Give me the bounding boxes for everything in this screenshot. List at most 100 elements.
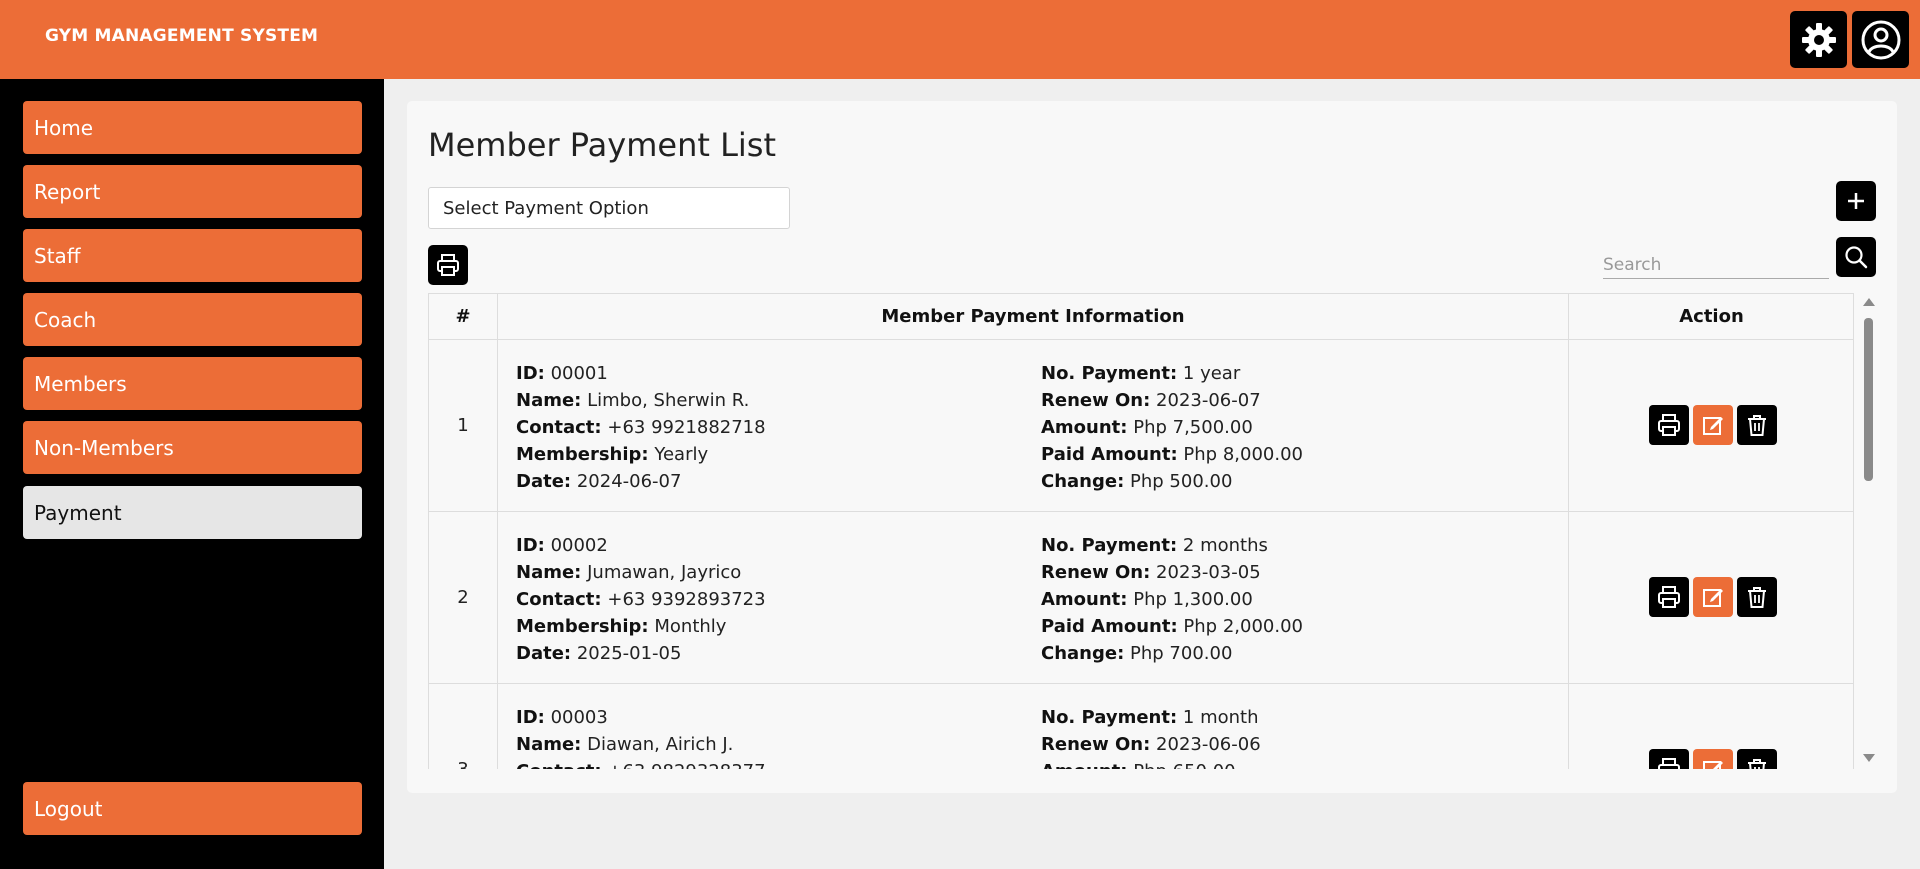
member-id: ID: 00001 bbox=[516, 360, 766, 387]
table-scrollbar[interactable] bbox=[1860, 293, 1876, 769]
member-contact: Contact: +63 9921882718 bbox=[516, 414, 766, 441]
member-membership-label: Membership: bbox=[516, 616, 649, 637]
edit-row-button[interactable] bbox=[1693, 749, 1733, 769]
member-contact-value: +63 9921882718 bbox=[607, 417, 766, 438]
member-details: ID: 00001 Name: Limbo, Sherwin R. Contact:… bbox=[516, 360, 766, 495]
member-membership: Membership: Monthly bbox=[516, 613, 766, 640]
payment-count-label: No. Payment: bbox=[1041, 535, 1178, 556]
payment-amount: Amount: Php 1,300.00 bbox=[1041, 586, 1303, 613]
payment-amount-value: Php 7,500.00 bbox=[1133, 417, 1253, 438]
edit-row-button[interactable] bbox=[1693, 577, 1733, 617]
member-contact-label: Contact: bbox=[516, 761, 602, 769]
row-number: 2 bbox=[429, 512, 498, 683]
scroll-up-arrow[interactable] bbox=[1863, 298, 1875, 306]
search-input[interactable] bbox=[1603, 251, 1829, 279]
sidebar-item-coach[interactable]: Coach bbox=[23, 293, 362, 346]
member-date-label: Date: bbox=[516, 643, 572, 664]
add-button[interactable] bbox=[1836, 181, 1876, 221]
column-header-number: # bbox=[429, 294, 498, 339]
sidebar-item-staff[interactable]: Staff bbox=[23, 229, 362, 282]
printer-icon bbox=[1658, 586, 1680, 608]
print-row-button[interactable] bbox=[1649, 577, 1689, 617]
payment-change-label: Change: bbox=[1041, 471, 1125, 492]
renew-date-label: Renew On: bbox=[1041, 734, 1151, 755]
sidebar-item-non-members[interactable]: Non-Members bbox=[23, 421, 362, 474]
trash-icon bbox=[1748, 415, 1766, 436]
row-number: 1 bbox=[429, 340, 498, 511]
printer-icon bbox=[1658, 758, 1680, 769]
member-id: ID: 00002 bbox=[516, 532, 766, 559]
paid-amount-value: Php 2,000.00 bbox=[1183, 616, 1303, 637]
trash-icon bbox=[1748, 759, 1766, 769]
payment-amount: Amount: Php 7,500.00 bbox=[1041, 414, 1303, 441]
payment-count-value: 1 month bbox=[1182, 707, 1259, 728]
member-date-value: 2024-06-07 bbox=[576, 471, 682, 492]
member-name-label: Name: bbox=[516, 562, 582, 583]
member-name: Name: Limbo, Sherwin R. bbox=[516, 387, 766, 414]
sidebar-item-payment[interactable]: Payment bbox=[23, 486, 362, 539]
sidebar-item-report[interactable]: Report bbox=[23, 165, 362, 218]
payment-amount-label: Amount: bbox=[1041, 589, 1128, 610]
table-row: 3ID: 00003Name: Diawan, Airich J.Contact… bbox=[428, 684, 1854, 769]
member-name-value: Jumawan, Jayrico bbox=[587, 562, 742, 583]
delete-row-button[interactable] bbox=[1737, 577, 1777, 617]
printer-icon bbox=[437, 254, 459, 276]
payment-info-cell: ID: 00003Name: Diawan, Airich J.Contact:… bbox=[498, 684, 1569, 769]
delete-row-button[interactable] bbox=[1737, 749, 1777, 769]
table-row: 2 ID: 00002 Name: Jumawan, Jayrico Contact:… bbox=[428, 512, 1854, 684]
payment-amount-value: Php 650.00 bbox=[1133, 761, 1235, 769]
edit-icon bbox=[1703, 589, 1723, 607]
member-contact: Contact: +63 9829328377 bbox=[516, 758, 766, 769]
row-number: 3 bbox=[429, 684, 498, 769]
sidebar-item-members[interactable]: Members bbox=[23, 357, 362, 410]
search-button[interactable] bbox=[1836, 237, 1876, 277]
scroll-down-arrow[interactable] bbox=[1863, 754, 1875, 762]
renew-date-label: Renew On: bbox=[1041, 390, 1151, 411]
column-header-info: Member Payment Information bbox=[498, 294, 1569, 339]
member-details: ID: 00002 Name: Jumawan, Jayrico Contact: … bbox=[516, 532, 766, 667]
payment-option-select[interactable]: Select Payment Option bbox=[428, 187, 790, 229]
table-row: 1 ID: 00001 Name: Limbo, Sherwin R. Contact… bbox=[428, 340, 1854, 512]
print-all-button[interactable] bbox=[428, 245, 468, 285]
top-bar: GYM MANAGEMENT SYSTEM bbox=[0, 0, 1920, 79]
member-id-label: ID: bbox=[516, 707, 545, 728]
payment-change-value: Php 500.00 bbox=[1130, 471, 1233, 492]
settings-button[interactable] bbox=[1790, 11, 1847, 68]
edit-row-button[interactable] bbox=[1693, 405, 1733, 445]
paid-amount: Paid Amount: Php 8,000.00 bbox=[1041, 441, 1303, 468]
paid-amount: Paid Amount: Php 2,000.00 bbox=[1041, 613, 1303, 640]
member-name-value: Limbo, Sherwin R. bbox=[587, 390, 750, 411]
plus-icon bbox=[1848, 193, 1864, 209]
member-details: ID: 00003Name: Diawan, Airich J.Contact:… bbox=[516, 704, 766, 769]
member-date: Date: 2024-06-07 bbox=[516, 468, 766, 495]
member-name-value: Diawan, Airich J. bbox=[587, 734, 734, 755]
member-date: Date: 2025-01-05 bbox=[516, 640, 766, 667]
payment-change: Change: Php 500.00 bbox=[1041, 468, 1303, 495]
renew-date: Renew On: 2023-03-05 bbox=[1041, 559, 1303, 586]
payment-change-label: Change: bbox=[1041, 643, 1125, 664]
action-cell bbox=[1569, 684, 1854, 769]
member-membership-label: Membership: bbox=[516, 444, 649, 465]
table-header: # Member Payment Information Action bbox=[428, 293, 1854, 340]
member-membership: Membership: Yearly bbox=[516, 441, 766, 468]
profile-button[interactable] bbox=[1852, 11, 1909, 68]
scroll-thumb[interactable] bbox=[1864, 318, 1873, 481]
payment-change-value: Php 700.00 bbox=[1130, 643, 1233, 664]
member-contact-label: Contact: bbox=[516, 417, 602, 438]
member-name-label: Name: bbox=[516, 734, 582, 755]
search-icon bbox=[1845, 246, 1868, 269]
payment-info-cell: ID: 00002 Name: Jumawan, Jayrico Contact: … bbox=[498, 512, 1569, 683]
print-row-button[interactable] bbox=[1649, 749, 1689, 769]
payment-change: Change: Php 700.00 bbox=[1041, 640, 1303, 667]
payment-info-cell: ID: 00001 Name: Limbo, Sherwin R. Contact:… bbox=[498, 340, 1569, 511]
printer-icon bbox=[1658, 414, 1680, 436]
sidebar-item-home[interactable]: Home bbox=[23, 101, 362, 154]
payment-count: No. Payment: 2 months bbox=[1041, 532, 1303, 559]
delete-row-button[interactable] bbox=[1737, 405, 1777, 445]
member-id-value: 00001 bbox=[550, 363, 608, 384]
print-row-button[interactable] bbox=[1649, 405, 1689, 445]
payment-amount-label: Amount: bbox=[1041, 761, 1127, 769]
logout-button[interactable]: Logout bbox=[23, 782, 362, 835]
member-id-value: 00002 bbox=[550, 535, 608, 556]
payment-amount: Amount: Php 650.00 bbox=[1041, 758, 1261, 769]
